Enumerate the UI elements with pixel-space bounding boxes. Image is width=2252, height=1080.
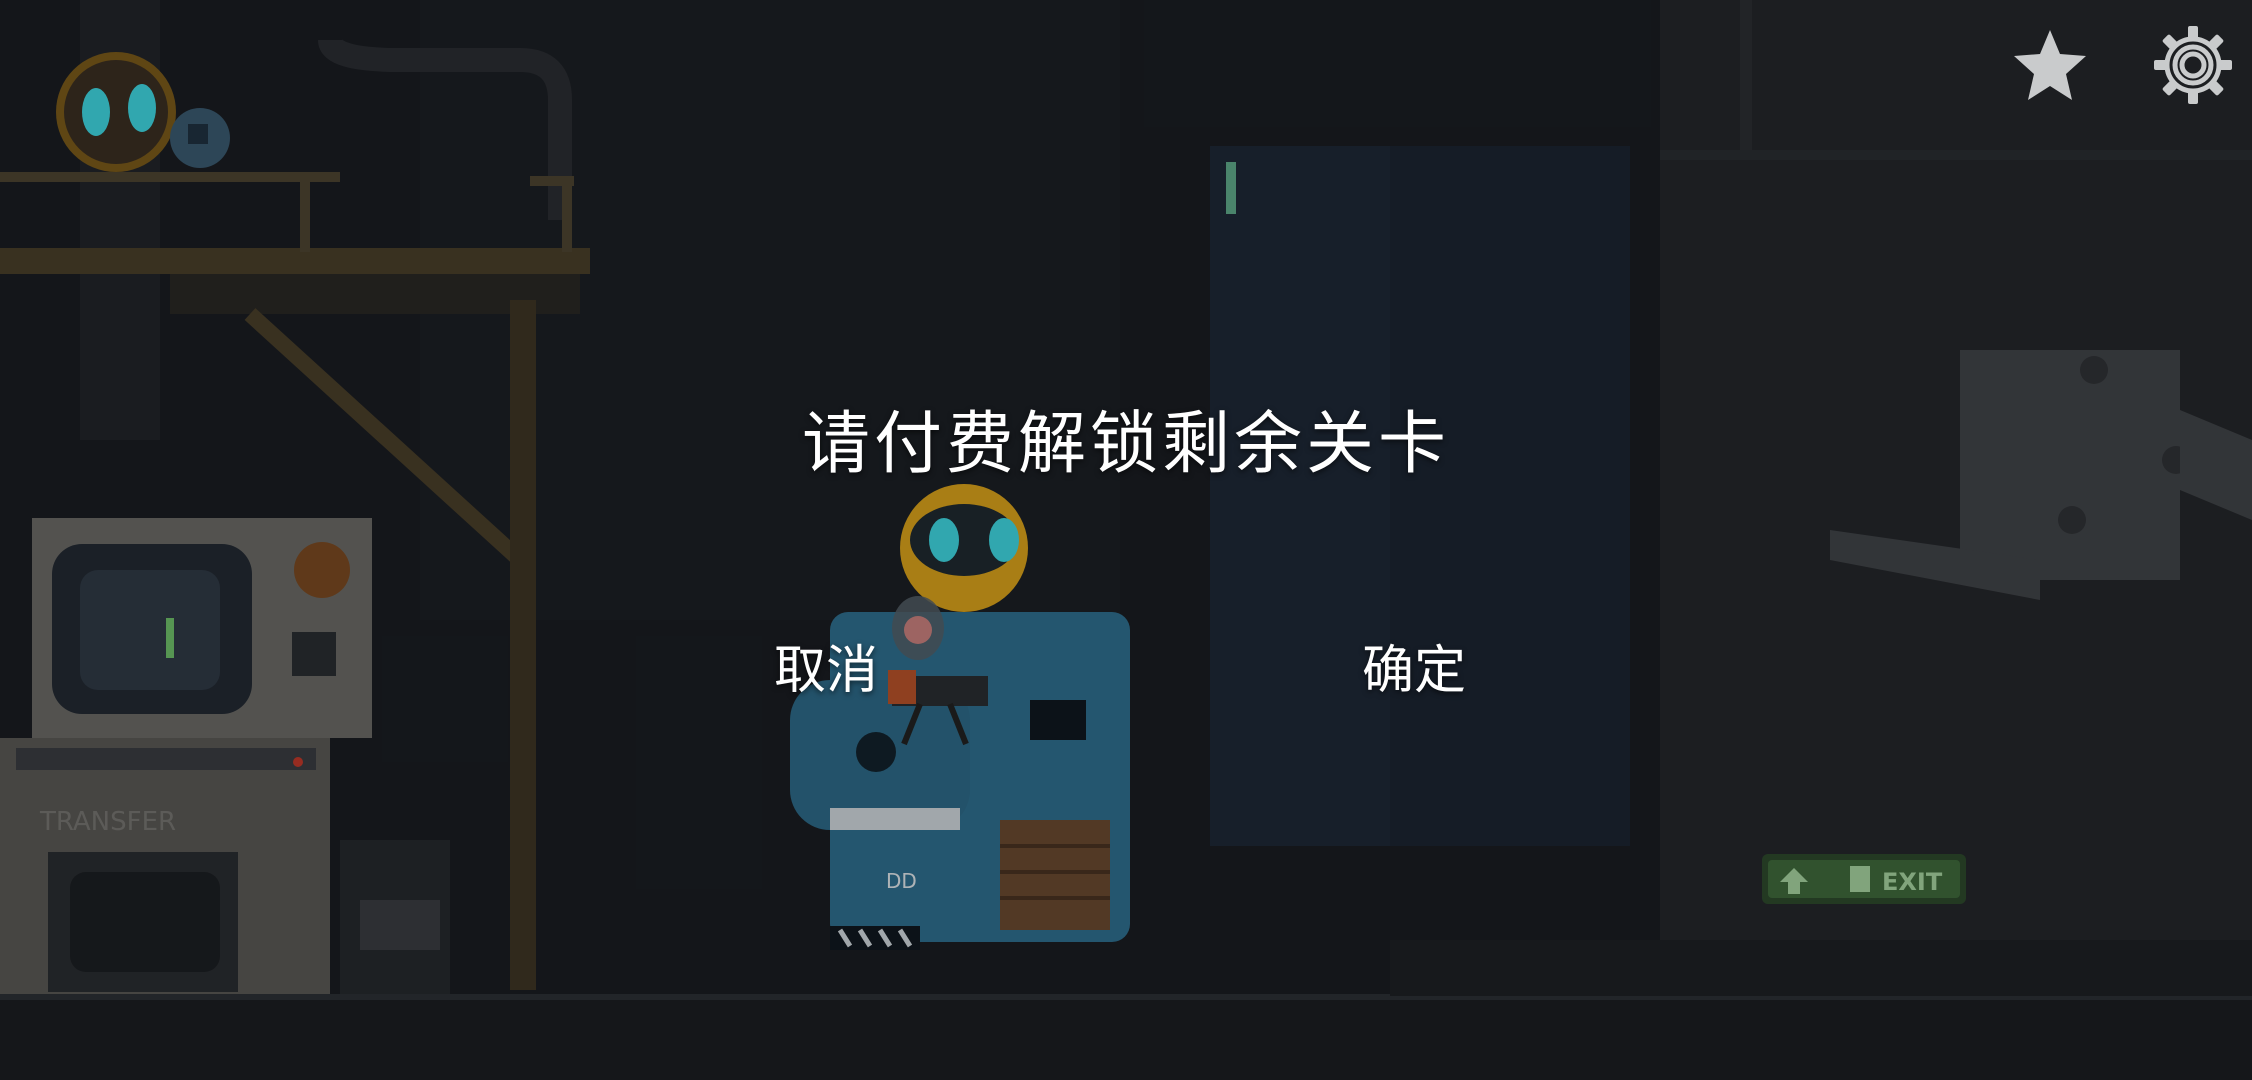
- svg-text:DD: DD: [886, 869, 917, 893]
- confirm-button[interactable]: 确定: [1352, 622, 1476, 709]
- gear-icon[interactable]: [2150, 22, 2236, 108]
- factory-background: TRANSFER EXIT DD: [0, 0, 2252, 1080]
- unlock-prompt-title: 请付费解锁剩余关卡: [801, 405, 1450, 484]
- exit-sign: EXIT: [1762, 854, 1966, 904]
- scaffold-platform: [0, 248, 590, 274]
- cancel-button[interactable]: 取消: [764, 622, 888, 709]
- game-screen: TRANSFER EXIT DD 请付费解锁剩余关卡 取消 确定: [0, 0, 2252, 1080]
- star-icon[interactable]: [2010, 26, 2090, 106]
- svg-text:EXIT: EXIT: [1882, 868, 1943, 896]
- svg-text:TRANSFER: TRANSFER: [39, 807, 176, 837]
